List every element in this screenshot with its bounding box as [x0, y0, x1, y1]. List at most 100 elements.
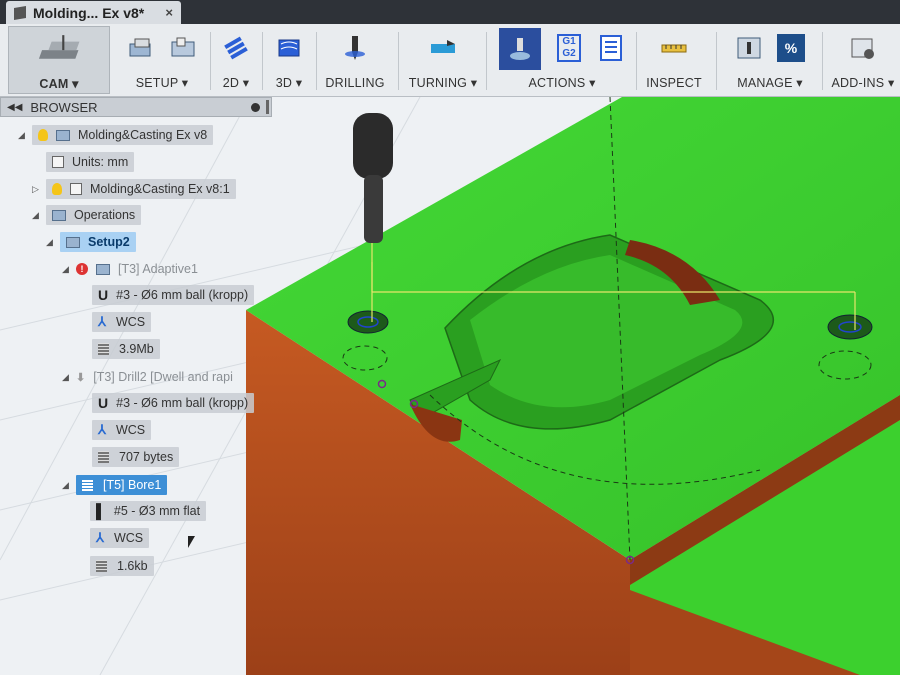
bore-op-icon: [82, 479, 93, 491]
actions-label: ACTIONS ▾: [528, 76, 596, 90]
mouse-cursor-icon: [188, 536, 195, 548]
tree-wcs[interactable]: ⅄ WCS: [92, 419, 152, 441]
document-tab[interactable]: Molding... Ex v8* ×: [6, 1, 181, 24]
manage-label: MANAGE ▾: [737, 76, 803, 90]
tree-wcs[interactable]: ⅄ WCS: [92, 311, 152, 333]
turning-label: TURNING ▾: [408, 76, 478, 90]
size-label: 3.9Mb: [119, 342, 154, 356]
ribbon-toolbar: CAM ▾ SETUP ▾ 2D ▾ 3D ▾ DRILLING TURNING…: [0, 24, 900, 97]
tree-data-size[interactable]: 3.9Mb: [92, 338, 160, 360]
tree-wcs[interactable]: ⅄ WCS: [90, 527, 150, 549]
expand-triangle-icon[interactable]: ▷: [32, 184, 46, 195]
separator: [716, 32, 717, 90]
tree-operation-drill[interactable]: ◢ ⬇ [T3] Drill2 [Dwell and rapi: [62, 366, 233, 388]
setup-label: SETUP ▾: [135, 76, 189, 90]
browser-title: BROWSER: [30, 99, 98, 115]
browser-pin-icon[interactable]: [251, 102, 260, 112]
2d-label: 2D ▾: [222, 76, 250, 90]
browser-header[interactable]: ◀◀ BROWSER: [0, 97, 272, 117]
operation-label: [T3] Adaptive1: [118, 262, 198, 276]
close-tab-icon[interactable]: ×: [165, 5, 173, 20]
tree-setup[interactable]: ◢ Setup2: [46, 231, 136, 253]
units-doc-icon: [52, 156, 64, 168]
tree-tool[interactable]: U #3 - Ø6 mm ball (kropp): [92, 284, 255, 306]
ball-tool-icon: U: [98, 395, 109, 411]
tree-tool[interactable]: ▌ #5 - Ø3 mm flat: [90, 500, 207, 522]
expand-triangle-icon[interactable]: ◢: [62, 480, 76, 491]
expand-triangle-icon[interactable]: ◢: [62, 372, 76, 383]
tree-component[interactable]: ▷ Molding&Casting Ex v8:1: [32, 178, 236, 200]
setup-group[interactable]: SETUP ▾: [114, 28, 210, 92]
size-label: 707 bytes: [119, 450, 174, 464]
setup-label: Setup2: [88, 235, 130, 249]
tool-label: #3 - Ø6 mm ball (kropp): [116, 396, 249, 410]
hole-left: [347, 310, 389, 334]
expand-triangle-icon[interactable]: ◢: [46, 237, 60, 248]
separator: [210, 32, 211, 90]
3d-milling-icon: [278, 39, 300, 57]
inspect-label: INSPECT: [646, 76, 702, 90]
wcs-axes-icon: ⅄: [96, 530, 104, 545]
cam-workspace-icon: [38, 35, 80, 59]
wcs-label: WCS: [113, 531, 144, 545]
tree-tool[interactable]: U #3 - Ø6 mm ball (kropp): [92, 392, 255, 414]
tree-operations[interactable]: ◢ Operations: [32, 204, 142, 226]
document-tab-bar: Molding... Ex v8* ×: [0, 0, 900, 24]
post-library-icon: %: [777, 34, 805, 62]
drilling-label: DRILLING: [325, 76, 385, 90]
operations-label: Operations: [74, 208, 136, 222]
error-icon: !: [76, 263, 88, 275]
tree-operation-adaptive[interactable]: ◢ ! [T3] Adaptive1: [62, 258, 198, 280]
expand-triangle-icon[interactable]: ◢: [32, 210, 46, 221]
drilling-group[interactable]: DRILLING: [318, 28, 392, 92]
tree-data-size[interactable]: 707 bytes: [92, 446, 180, 468]
inspect-group[interactable]: INSPECT: [638, 28, 710, 92]
assembly-icon: [56, 129, 70, 141]
simulate-icon: [499, 28, 541, 70]
tool-label: #5 - Ø3 mm flat: [113, 504, 201, 518]
add-ins-icon: [851, 38, 874, 59]
setup-icon: [129, 38, 151, 57]
toolpath-data-icon: [96, 560, 107, 572]
separator: [822, 32, 823, 90]
visibility-bulb-icon[interactable]: [38, 129, 48, 141]
ball-tool-icon: U: [98, 287, 109, 303]
tree-operation-bore[interactable]: ◢ [T5] Bore1: [62, 474, 168, 496]
2d-milling-icon: [224, 36, 248, 60]
tool-label: #3 - Ø6 mm ball (kropp): [116, 288, 249, 302]
separator: [262, 32, 263, 90]
drill-icon: [345, 36, 365, 60]
stock-setup-icon: [171, 37, 195, 57]
wcs-label: WCS: [115, 423, 146, 437]
setup-sheet-icon: [600, 35, 622, 61]
collapse-arrow-icon[interactable]: ◀◀: [7, 102, 22, 113]
document-icon: [14, 5, 26, 20]
tree-root[interactable]: ◢ Molding&Casting Ex v8: [18, 124, 214, 146]
turning-group[interactable]: TURNING ▾: [400, 28, 486, 92]
tree-data-size[interactable]: 1.6kb: [90, 555, 154, 577]
browser-resize-handle[interactable]: [266, 100, 269, 114]
separator: [398, 32, 399, 90]
operation-label: [T3] Drill2 [Dwell and rapi: [93, 370, 233, 384]
component-label: Molding&Casting Ex v8:1: [90, 182, 230, 196]
expand-triangle-icon[interactable]: ◢: [62, 264, 76, 275]
separator: [316, 32, 317, 90]
actions-group[interactable]: G1 G2 ACTIONS ▾: [488, 28, 636, 92]
workspace-switcher-cam[interactable]: CAM ▾: [8, 26, 110, 94]
3d-label: 3D ▾: [275, 76, 303, 90]
manage-group[interactable]: % MANAGE ▾: [718, 28, 822, 92]
toolpath-icon: [96, 263, 110, 275]
separator: [486, 32, 487, 90]
addins-group[interactable]: ADD-INS ▾: [826, 28, 900, 92]
toolpath-data-icon: [98, 343, 109, 355]
units-label: Units: mm: [72, 155, 129, 169]
expand-triangle-icon[interactable]: ◢: [18, 130, 32, 141]
wcs-label: WCS: [115, 315, 146, 329]
operation-label: [T5] Bore1: [103, 478, 162, 492]
hole-right: [827, 314, 873, 340]
tree-units[interactable]: Units: mm: [46, 151, 135, 173]
3d-group[interactable]: 3D ▾: [264, 28, 314, 92]
visibility-bulb-icon[interactable]: [52, 183, 62, 195]
cam-label: CAM ▾: [39, 77, 79, 91]
2d-group[interactable]: 2D ▾: [212, 28, 260, 92]
